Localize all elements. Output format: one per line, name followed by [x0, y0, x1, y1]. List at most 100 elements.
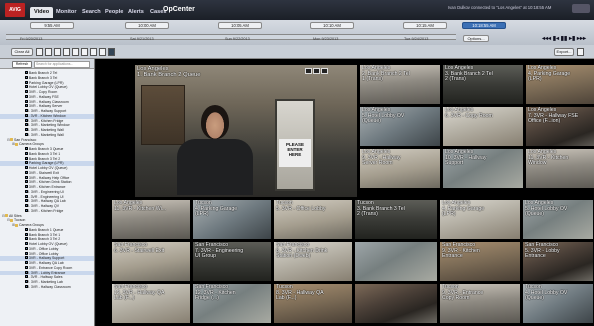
camera-tile[interactable]: San Francisco 6. 3VR - Stairwell Exit	[111, 241, 191, 282]
window-controls-icon[interactable]	[572, 4, 590, 13]
camera-tile[interactable]: Los Angeles 11. 3VR - Kitchen Wi...	[111, 199, 191, 240]
tree-camera-item[interactable]: 13. 3VR - Hallway Classroom	[0, 284, 94, 290]
bookmark-icon[interactable]	[313, 68, 320, 74]
tree-item-label: 14. 3VR - Marketing Wall	[25, 128, 64, 132]
camera-tile-controls[interactable]	[305, 68, 337, 75]
camera-tile[interactable]: Tucson 5. 3VR - Office Lobby	[273, 199, 353, 240]
refresh-button[interactable]: Refresh	[12, 61, 32, 68]
tree-item-label: 4. Parking Garage (LPR)	[25, 161, 64, 166]
camera-tile[interactable]: San Francisco 7. 3VR - Engineering UI Gr…	[192, 241, 272, 282]
layout-custom-icon[interactable]	[108, 48, 115, 56]
camera-label: Los Angeles 7. 3VR - Hallway FSE Office …	[528, 107, 579, 125]
playback-controls[interactable]: ◂◂◂ ▮◂ ▮▮ ▸▮ ▸▸▸	[542, 35, 586, 42]
tree-item-label: 2. Bank Branch 3 Tel 1	[25, 232, 61, 237]
snapshot-icon[interactable]	[305, 68, 312, 74]
layout-1plus12-icon[interactable]	[99, 48, 106, 56]
tree-header: Refresh Search for applications...	[0, 59, 94, 69]
tree-item-label: 3. Bank Branch 3 Tel 2	[25, 156, 61, 161]
camera-icon	[25, 204, 28, 207]
time-tick-current[interactable]: 10:18:55 AM	[462, 22, 506, 29]
tree-item-label: 12. 3VR - Hallway QA Lab	[25, 199, 66, 204]
layout-2x2-icon[interactable]	[45, 48, 52, 56]
tree-item-label: 12. 3VR - Marketing Lab	[25, 280, 63, 284]
layout-1plus7-icon[interactable]	[90, 48, 97, 56]
camera-tile[interactable]: Los Angeles 11. 3VR - Kitchen Window	[525, 148, 594, 189]
camera-tile[interactable]: San Francisco 12. 3VR - Kitchen Fridge (…	[192, 283, 272, 324]
camera-icon	[25, 71, 28, 74]
tree-item-label: Tucson	[14, 218, 26, 223]
camera-tile[interactable]: Tucson 4. Parking Garage (LPR)	[192, 199, 272, 240]
options-button[interactable]: Options...	[463, 35, 489, 42]
camera-tile[interactable]: San Francisco 12. 3VR - Hallway QA Lab (…	[111, 283, 191, 324]
person-figure	[177, 139, 253, 195]
camera-icon	[25, 132, 28, 136]
camera-tile[interactable]	[354, 283, 438, 324]
layout-5x5-icon[interactable]	[72, 48, 79, 56]
tree-item-label: 6. 3VR - Stairwell Exit	[25, 170, 59, 175]
camera-tile[interactable]: Los Angeles 6. 3VR - Copy Room	[442, 106, 524, 147]
tree-item-label: 9. 3VR - Entrance Copy Room	[25, 265, 73, 270]
camera-icon	[25, 185, 28, 188]
camera-icon	[25, 170, 28, 174]
camera-tile[interactable]	[354, 241, 438, 282]
camera-tile[interactable]: Los Angeles 2. Bank Branch 2 Tel 1 (Tran…	[359, 64, 441, 105]
camera-tile[interactable]: Tucson 3. Bank Branch 3 Tel 2 (Trans)	[354, 199, 438, 240]
time-tick[interactable]: 10:15 AM	[403, 22, 447, 29]
camera-tile[interactable]: Los Angeles 5. Hotel Lobby OV (Queue)	[522, 199, 594, 240]
tab-alerts[interactable]: Alerts	[124, 7, 148, 18]
layout-3x3-icon[interactable]	[54, 48, 61, 56]
clear-all-button[interactable]: Clear All	[11, 48, 33, 56]
camera-icon	[25, 85, 28, 89]
tree-item-label: 7. 3VR - Hallway FSE	[25, 94, 59, 99]
camera-icon	[25, 104, 28, 108]
camera-tile[interactable]: Los Angeles 4. Parking Garage (LPR)	[525, 64, 594, 105]
tab-monitor[interactable]: Monitor	[52, 7, 81, 18]
close-icon[interactable]	[321, 68, 328, 74]
camera-tile[interactable]: Tucson 4. Hotel Lobby OV (Queue)	[522, 283, 594, 324]
camera-tile-large[interactable]: PLEASE ENTER HERE Los Angeles 1. Bank Bran…	[134, 64, 358, 198]
camera-label: Tucson 5. 3VR - Office Lobby	[276, 200, 326, 212]
export-button[interactable]: Export...	[554, 48, 574, 56]
camera-tile[interactable]: Los Angeles 4. Parking Garage (LPR)	[439, 199, 521, 240]
tree-item-label: 14. 3VR - Kitchen Fridge	[25, 208, 64, 213]
camera-tile[interactable]: Tucson 8. 3VR - Hallway QA Lab (F...)	[273, 283, 353, 324]
camera-label: Los Angeles 11. 3VR - Kitchen Wi...	[114, 200, 167, 212]
time-tick[interactable]: 10:10 AM	[310, 22, 354, 29]
camera-tile[interactable]: San Francisco 5. 3VR - Lobby Entrance	[522, 241, 594, 282]
camera-icon	[25, 166, 28, 169]
camera-icon	[25, 94, 28, 98]
time-tick[interactable]: 9:55 AM	[30, 22, 74, 29]
camera-tile[interactable]: Tucson 9. 3VR - Entrance Copy Room	[439, 283, 521, 324]
layout-1plus5-icon[interactable]	[81, 48, 88, 56]
camera-tile[interactable]: Los Angeles 3. Bank Branch 2 Tel 2 (Tran…	[442, 64, 524, 105]
time-tick[interactable]: 10:00 AM	[125, 22, 169, 29]
grid-toggle-icon[interactable]	[577, 48, 584, 56]
camera-tile[interactable]: Los Angeles 5. Hotel Lobby OV (Queue)	[359, 106, 441, 147]
camera-label: Los Angeles 9. 3VR - Hallway Server Room	[362, 149, 401, 167]
time-tick[interactable]: 10:05 AM	[218, 22, 262, 29]
tree-item-label: All Sites	[9, 213, 22, 218]
tree-item-label: 13. 3VR - Hallway Classroom	[25, 284, 71, 289]
camera-label: Tucson 3. Bank Branch 3 Tel 2 (Trans)	[357, 200, 405, 218]
video-frame-detail	[141, 85, 185, 145]
camera-icon	[25, 156, 28, 160]
camera-tile[interactable]: Los Angeles 9. 3VR - Hallway Server Room	[359, 148, 441, 189]
camera-tile[interactable]: San Francisco 8. 3VR - Kitchen Drink Sta…	[273, 241, 353, 282]
camera-tile[interactable]: Los Angeles 7. 3VR - Hallway FSE Office …	[525, 106, 594, 147]
tree-item-label: 4. Hotel Lobby OV (Queue)	[25, 242, 68, 246]
camera-tile[interactable]: Los Angeles 10. 3VR - Hallway Support	[442, 148, 524, 189]
camera-icon	[25, 227, 28, 231]
tree-item-label: 15. 3VR - Marketing Wall	[25, 132, 64, 137]
camera-tile[interactable]: San Francisco 9. 3VR - Kitchen Entrance	[439, 241, 521, 282]
tab-video[interactable]: Video	[30, 7, 54, 18]
folder-icon	[5, 214, 8, 218]
camera-icon	[25, 256, 28, 260]
layout-4x4-icon[interactable]	[63, 48, 70, 56]
camera-icon	[25, 113, 28, 117]
filter-input[interactable]: Search for applications...	[34, 61, 90, 68]
tree-item-label: San Francisco	[14, 137, 37, 142]
camera-icon	[25, 199, 28, 203]
layout-1x1-icon[interactable]	[36, 48, 43, 56]
tree-item-label: 6. 3VR - Office Lobby	[25, 251, 59, 256]
camera-icon	[25, 99, 28, 103]
